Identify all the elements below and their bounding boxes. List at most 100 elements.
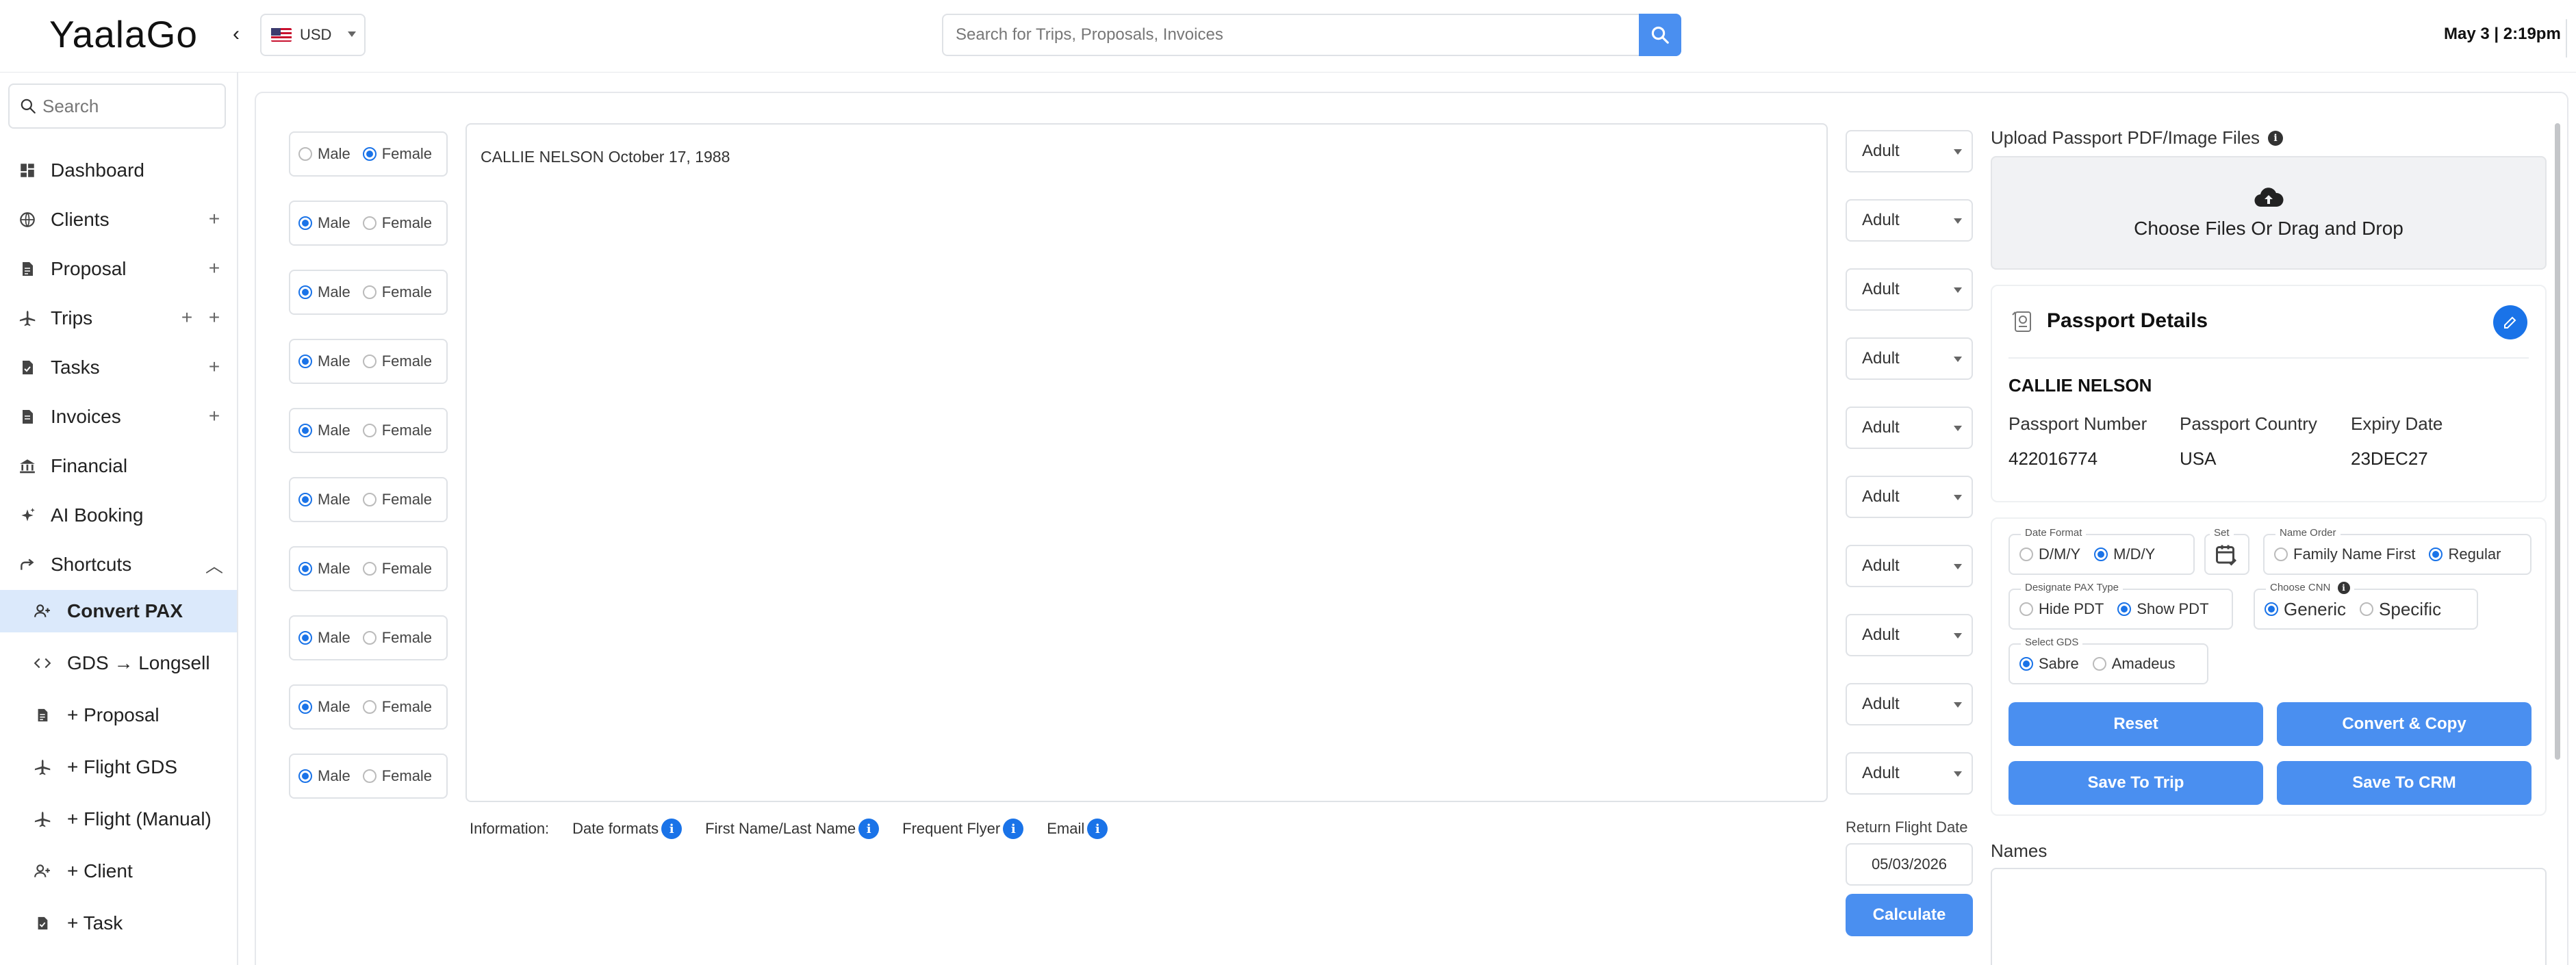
reset-button[interactable]: Reset — [2008, 702, 2263, 746]
date-format-mdy[interactable]: M/D/Y — [2094, 545, 2155, 563]
gender-female-option[interactable]: Female — [362, 145, 432, 163]
info-date-formats[interactable]: Date formats i — [572, 819, 683, 839]
shortcut-convert-pax[interactable]: Convert PAX — [0, 590, 237, 632]
option-label: Male — [318, 283, 350, 300]
globe-icon — [18, 210, 37, 229]
gender-male-option[interactable]: Male — [298, 352, 350, 370]
gender-male-option[interactable]: Male — [298, 214, 350, 232]
gender-female-option[interactable]: Female — [362, 214, 432, 232]
cnn-generic[interactable]: Generic — [2265, 599, 2346, 620]
shortcut-add-flight-gds[interactable]: + Flight GDS — [0, 746, 237, 788]
sidebar-item-ai-booking[interactable]: AI Booking — [0, 494, 237, 537]
info-icon[interactable]: i — [1003, 819, 1024, 839]
add-invoice-button[interactable]: + — [204, 407, 225, 427]
pax-age-select[interactable]: Adult — [1846, 545, 1973, 587]
edit-passport-button[interactable] — [2493, 305, 2527, 339]
gender-male-option[interactable]: Male — [298, 698, 350, 716]
pax-age-select[interactable]: Adult — [1846, 476, 1973, 518]
pax-age-select[interactable]: Adult — [1846, 407, 1973, 449]
info-label: Information: — [470, 820, 550, 837]
sidebar-item-invoices[interactable]: Invoices + — [0, 396, 237, 438]
name-order-family-first[interactable]: Family Name First — [2274, 545, 2415, 563]
pax-age-select[interactable]: Adult — [1846, 752, 1973, 795]
pax-age-select[interactable]: Adult — [1846, 683, 1973, 725]
names-output[interactable] — [1991, 868, 2547, 965]
pax-age-select[interactable]: Adult — [1846, 337, 1973, 380]
gender-female-option[interactable]: Female — [362, 698, 432, 716]
chevron-down-icon — [1954, 564, 1962, 569]
gender-male-option[interactable]: Male — [298, 767, 350, 785]
currency-select[interactable]: USD — [260, 14, 366, 56]
info-icon[interactable]: i — [858, 819, 880, 839]
sidebar-item-tasks[interactable]: Tasks + — [0, 346, 237, 389]
chevron-up-icon[interactable]: ︿ — [205, 552, 223, 578]
gender-male-option[interactable]: Male — [298, 560, 350, 578]
gender-female-option[interactable]: Female — [362, 491, 432, 509]
pax-text-input[interactable]: CALLIE NELSON October 17, 1988 — [466, 123, 1828, 802]
pax-age-select[interactable]: Adult — [1846, 130, 1973, 172]
gds-amadeus[interactable]: Amadeus — [2092, 655, 2176, 673]
add-client-button[interactable]: + — [204, 209, 225, 230]
shortcut-add-task[interactable]: + Task — [0, 902, 237, 944]
passport-dropzone[interactable]: Choose Files Or Drag and Drop — [1991, 156, 2547, 270]
shortcut-add-flight-manual[interactable]: + Flight (Manual) — [0, 798, 237, 840]
current-datetime: May 3 | 2:19pm — [2444, 25, 2561, 43]
add-task-button[interactable]: + — [204, 357, 225, 378]
sidebar-search-input[interactable] — [42, 95, 214, 117]
edit-icon — [2504, 316, 2516, 329]
info-email[interactable]: Email i — [1047, 819, 1108, 839]
shortcut-add-client[interactable]: + Client — [0, 850, 237, 892]
add-trip-button[interactable]: + — [177, 308, 197, 329]
return-flight-date-input[interactable]: 05/03/2026 — [1846, 843, 1973, 886]
cnn-specific[interactable]: Specific — [2360, 599, 2441, 620]
add-trip-alt-button[interactable]: + — [204, 308, 225, 329]
save-to-crm-button[interactable]: Save To CRM — [2277, 761, 2532, 805]
sidebar-item-dashboard[interactable]: Dashboard — [0, 149, 237, 192]
info-icon[interactable]: i — [2337, 582, 2350, 594]
gender-female-option[interactable]: Female — [362, 767, 432, 785]
save-to-trip-button[interactable]: Save To Trip — [2008, 761, 2263, 805]
sidebar-item-clients[interactable]: Clients + — [0, 198, 237, 241]
gender-female-option[interactable]: Female — [362, 560, 432, 578]
date-format-dmy[interactable]: D/M/Y — [2019, 545, 2080, 563]
global-search — [942, 14, 1681, 56]
search-button[interactable] — [1639, 14, 1681, 56]
gender-female-option[interactable]: Female — [362, 352, 433, 370]
shortcut-gds-longsell[interactable]: GDS → Longsell — [0, 642, 237, 684]
pax-age-select[interactable]: Adult — [1846, 199, 1973, 242]
option-label: Female — [381, 352, 433, 370]
pax-type-show-pdt[interactable]: Show PDT — [2117, 600, 2209, 618]
name-order-regular[interactable]: Regular — [2429, 545, 2501, 563]
gender-male-option[interactable]: Male — [298, 491, 350, 509]
shortcut-add-proposal[interactable]: + Proposal — [0, 694, 237, 736]
scrollbar-thumb[interactable] — [2555, 123, 2560, 760]
info-icon[interactable]: i — [2268, 130, 2284, 146]
sidebar-item-proposal[interactable]: Proposal + — [0, 248, 237, 290]
gender-male-option[interactable]: Male — [298, 283, 350, 301]
pax-age-select[interactable]: Adult — [1846, 268, 1973, 311]
sidebar-item-trips[interactable]: Trips + + — [0, 297, 237, 339]
collapse-sidebar-button[interactable]: ‹ — [233, 21, 249, 48]
calculate-button[interactable]: Calculate — [1846, 894, 1973, 936]
gender-male-option[interactable]: Male — [298, 422, 350, 439]
gender-male-option[interactable]: Male — [298, 145, 350, 163]
gender-female-option[interactable]: Female — [362, 422, 432, 439]
pax-age-select[interactable]: Adult — [1846, 614, 1973, 656]
add-proposal-button[interactable]: + — [204, 259, 225, 279]
pax-type-hide-pdt[interactable]: Hide PDT — [2019, 600, 2104, 618]
sidebar-item-shortcuts[interactable]: Shortcuts ︿ — [0, 543, 237, 586]
gender-male-option[interactable]: Male — [298, 629, 350, 647]
gender-female-option[interactable]: Female — [362, 629, 432, 647]
info-name-order[interactable]: First Name/Last Name i — [705, 819, 880, 839]
sidebar-item-financial[interactable]: Financial — [0, 445, 237, 487]
info-icon[interactable]: i — [1087, 819, 1108, 839]
convert-copy-button[interactable]: Convert & Copy — [2277, 702, 2532, 746]
calendar-edit-icon[interactable] — [2214, 542, 2239, 567]
info-frequent-flyer[interactable]: Frequent Flyer i — [902, 819, 1024, 839]
info-icon[interactable]: i — [661, 819, 683, 839]
app-logo[interactable]: YaalaGo — [49, 12, 198, 56]
global-search-input[interactable] — [943, 15, 1639, 55]
gds-sabre[interactable]: Sabre — [2019, 655, 2079, 673]
gender-female-option[interactable]: Female — [362, 283, 432, 301]
group-legend: Select GDS — [2021, 636, 2083, 648]
